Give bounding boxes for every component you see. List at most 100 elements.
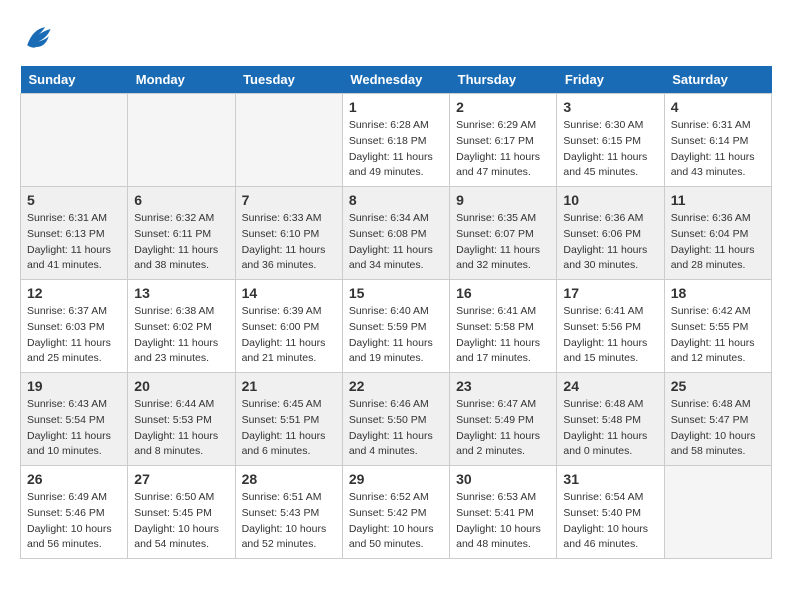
calendar-cell: 3 Sunrise: 6:30 AM Sunset: 6:15 PM Daylig… — [557, 94, 664, 187]
day-info: Sunrise: 6:44 AM Sunset: 5:53 PM Dayligh… — [134, 397, 228, 460]
col-header-tuesday: Tuesday — [235, 66, 342, 94]
day-info: Sunrise: 6:41 AM Sunset: 5:56 PM Dayligh… — [563, 304, 657, 367]
calendar-cell: 9 Sunrise: 6:35 AM Sunset: 6:07 PM Daylig… — [450, 187, 557, 280]
day-number: 7 — [242, 192, 336, 208]
day-info: Sunrise: 6:48 AM Sunset: 5:48 PM Dayligh… — [563, 397, 657, 460]
calendar-cell: 8Sunrise: 6:34 AM Sunset: 6:08 PM Daylig… — [342, 187, 449, 280]
day-number: 18 — [671, 285, 765, 301]
day-number: 4 — [671, 99, 765, 115]
calendar-cell: 18 Sunrise: 6:42 AM Sunset: 5:55 PM Dayli… — [664, 280, 771, 373]
calendar-cell: 15 Sunrise: 6:40 AM Sunset: 5:59 PM Dayli… — [342, 280, 449, 373]
day-number: 12 — [27, 285, 121, 301]
day-info: Sunrise: 6:51 AM Sunset: 5:43 PM Dayligh… — [242, 490, 336, 553]
day-number: 23 — [456, 378, 550, 394]
day-info: Sunrise: 6:43 AM Sunset: 5:54 PM Dayligh… — [27, 397, 121, 460]
calendar-cell: 2 Sunrise: 6:29 AM Sunset: 6:17 PM Daylig… — [450, 94, 557, 187]
day-info: Sunrise: 6:39 AM Sunset: 6:00 PM Dayligh… — [242, 304, 336, 367]
day-info: Sunrise: 6:49 AM Sunset: 5:46 PM Dayligh… — [27, 490, 121, 553]
day-number: 22 — [349, 378, 443, 394]
day-number: 25 — [671, 378, 765, 394]
calendar-cell: 26 Sunrise: 6:49 AM Sunset: 5:46 PM Dayli… — [21, 466, 128, 559]
day-info: Sunrise: 6:35 AM Sunset: 6:07 PM Dayligh… — [456, 211, 550, 274]
calendar-cell: 24 Sunrise: 6:48 AM Sunset: 5:48 PM Dayli… — [557, 373, 664, 466]
calendar-cell: 7 Sunrise: 6:33 AM Sunset: 6:10 PM Daylig… — [235, 187, 342, 280]
col-header-thursday: Thursday — [450, 66, 557, 94]
calendar-cell: 28 Sunrise: 6:51 AM Sunset: 5:43 PM Dayli… — [235, 466, 342, 559]
calendar-cell: 10 Sunrise: 6:36 AM Sunset: 6:06 PM Dayli… — [557, 187, 664, 280]
day-number: 14 — [242, 285, 336, 301]
day-number: 29 — [349, 471, 443, 487]
day-number: 3 — [563, 99, 657, 115]
calendar-cell: 16 Sunrise: 6:41 AM Sunset: 5:58 PM Dayli… — [450, 280, 557, 373]
calendar-cell: 27 Sunrise: 6:50 AM Sunset: 5:45 PM Dayli… — [128, 466, 235, 559]
day-number: 11 — [671, 192, 765, 208]
day-info: Sunrise: 6:31 AM Sunset: 6:13 PM Dayligh… — [27, 211, 121, 274]
col-header-wednesday: Wednesday — [342, 66, 449, 94]
calendar-cell: 19 Sunrise: 6:43 AM Sunset: 5:54 PM Dayli… — [21, 373, 128, 466]
day-info: Sunrise: 6:30 AM Sunset: 6:15 PM Dayligh… — [563, 118, 657, 181]
day-info: Sunrise: 6:31 AM Sunset: 6:14 PM Dayligh… — [671, 118, 765, 181]
day-info: Sunrise: 6:37 AM Sunset: 6:03 PM Dayligh… — [27, 304, 121, 367]
day-number: 28 — [242, 471, 336, 487]
day-info: Sunrise: 6:52 AM Sunset: 5:42 PM Dayligh… — [349, 490, 443, 553]
day-number: 6 — [134, 192, 228, 208]
day-number: 26 — [27, 471, 121, 487]
day-number: 9 — [456, 192, 550, 208]
day-info: Sunrise: 6:36 AM Sunset: 6:06 PM Dayligh… — [563, 211, 657, 274]
calendar-cell: 12 Sunrise: 6:37 AM Sunset: 6:03 PM Dayli… — [21, 280, 128, 373]
calendar-cell — [235, 94, 342, 187]
day-number: 15 — [349, 285, 443, 301]
day-number: 19 — [27, 378, 121, 394]
calendar-cell: 14 Sunrise: 6:39 AM Sunset: 6:00 PM Dayli… — [235, 280, 342, 373]
day-number: 1 — [349, 99, 443, 115]
calendar-cell — [21, 94, 128, 187]
day-number: 20 — [134, 378, 228, 394]
calendar-cell: 5 Sunrise: 6:31 AM Sunset: 6:13 PM Daylig… — [21, 187, 128, 280]
calendar-cell: 23 Sunrise: 6:47 AM Sunset: 5:49 PM Dayli… — [450, 373, 557, 466]
day-info: Sunrise: 6:45 AM Sunset: 5:51 PM Dayligh… — [242, 397, 336, 460]
day-number: 21 — [242, 378, 336, 394]
calendar-cell: 6 Sunrise: 6:32 AM Sunset: 6:11 PM Daylig… — [128, 187, 235, 280]
day-info: Sunrise: 6:42 AM Sunset: 5:55 PM Dayligh… — [671, 304, 765, 367]
col-header-monday: Monday — [128, 66, 235, 94]
col-header-saturday: Saturday — [664, 66, 771, 94]
logo — [20, 20, 60, 56]
day-number: 27 — [134, 471, 228, 487]
day-info: Sunrise: 6:36 AM Sunset: 6:04 PM Dayligh… — [671, 211, 765, 274]
day-info: Sunrise: 6:29 AM Sunset: 6:17 PM Dayligh… — [456, 118, 550, 181]
day-info: Sunrise: 6:38 AM Sunset: 6:02 PM Dayligh… — [134, 304, 228, 367]
day-info: Sunrise: 6:48 AM Sunset: 5:47 PM Dayligh… — [671, 397, 765, 460]
calendar-cell: 4 Sunrise: 6:31 AM Sunset: 6:14 PM Daylig… — [664, 94, 771, 187]
col-header-friday: Friday — [557, 66, 664, 94]
day-info: Sunrise: 6:53 AM Sunset: 5:41 PM Dayligh… — [456, 490, 550, 553]
calendar-cell: 13 Sunrise: 6:38 AM Sunset: 6:02 PM Dayli… — [128, 280, 235, 373]
calendar-cell: 25 Sunrise: 6:48 AM Sunset: 5:47 PM Dayli… — [664, 373, 771, 466]
day-info: Sunrise: 6:32 AM Sunset: 6:11 PM Dayligh… — [134, 211, 228, 274]
day-info: Sunrise: 6:54 AM Sunset: 5:40 PM Dayligh… — [563, 490, 657, 553]
day-info: Sunrise: 6:47 AM Sunset: 5:49 PM Dayligh… — [456, 397, 550, 460]
logo-icon — [20, 20, 56, 56]
day-number: 2 — [456, 99, 550, 115]
calendar-cell: 22 Sunrise: 6:46 AM Sunset: 5:50 PM Dayli… — [342, 373, 449, 466]
day-info: Sunrise: 6:28 AM Sunset: 6:18 PM Dayligh… — [349, 118, 443, 181]
calendar-cell: 29 Sunrise: 6:52 AM Sunset: 5:42 PM Dayli… — [342, 466, 449, 559]
calendar-cell: 21 Sunrise: 6:45 AM Sunset: 5:51 PM Dayli… — [235, 373, 342, 466]
day-number: 16 — [456, 285, 550, 301]
day-info: Sunrise: 6:40 AM Sunset: 5:59 PM Dayligh… — [349, 304, 443, 367]
day-number: 30 — [456, 471, 550, 487]
day-info: Sunrise: 6:33 AM Sunset: 6:10 PM Dayligh… — [242, 211, 336, 274]
day-number: 31 — [563, 471, 657, 487]
day-info: Sunrise: 6:46 AM Sunset: 5:50 PM Dayligh… — [349, 397, 443, 460]
day-info: Sunrise: 6:41 AM Sunset: 5:58 PM Dayligh… — [456, 304, 550, 367]
day-number: 13 — [134, 285, 228, 301]
page-header — [20, 20, 772, 56]
day-info: Sunrise: 6:50 AM Sunset: 5:45 PM Dayligh… — [134, 490, 228, 553]
day-number: 17 — [563, 285, 657, 301]
header-row: SundayMondayTuesdayWednesdayThursdayFrid… — [21, 66, 772, 94]
calendar-cell — [128, 94, 235, 187]
day-number: 5 — [27, 192, 121, 208]
calendar-cell: 17 Sunrise: 6:41 AM Sunset: 5:56 PM Dayli… — [557, 280, 664, 373]
calendar-cell: 11 Sunrise: 6:36 AM Sunset: 6:04 PM Dayli… — [664, 187, 771, 280]
day-number: 24 — [563, 378, 657, 394]
day-number: 10 — [563, 192, 657, 208]
